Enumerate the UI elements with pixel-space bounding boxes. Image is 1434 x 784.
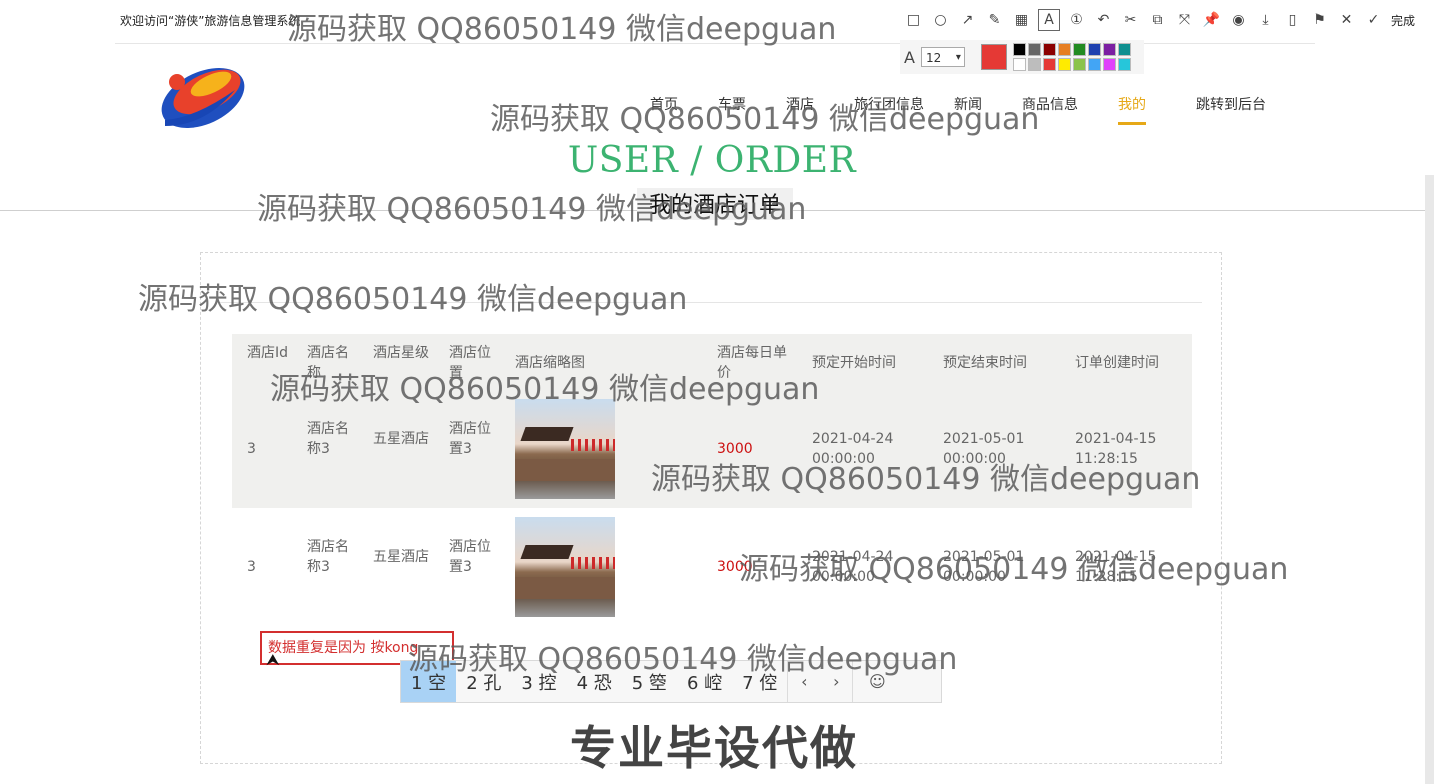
hotel-thumbnail[interactable] — [515, 517, 615, 617]
color-swatch[interactable] — [1012, 43, 1026, 56]
table-cell-location: 酒店位置3 — [449, 421, 491, 457]
mouse-cursor-icon: ⮝ — [266, 650, 280, 669]
color-swatch[interactable] — [1042, 58, 1056, 71]
nav-item[interactable]: 跳转到后台 — [1196, 94, 1266, 122]
rectangle-icon[interactable]: □ — [900, 4, 927, 36]
hotel-thumbnail[interactable] — [515, 399, 615, 499]
watermark: 源码获取 QQ86050149 微信deepguan — [270, 372, 820, 407]
long-screenshot-icon[interactable]: ▯ — [1279, 4, 1306, 36]
color-swatch[interactable] — [1072, 43, 1086, 56]
column-header: 订单创建时间 — [1075, 355, 1159, 371]
table-cell-star: 五星酒店 — [373, 549, 429, 565]
color-swatch[interactable] — [1102, 43, 1116, 56]
font-size-select[interactable]: 12 ▾ — [920, 47, 965, 67]
watermark-big: 专业毕设代做 — [570, 721, 858, 775]
watermark: 源码获取 QQ86050149 微信deepguan — [651, 462, 1201, 497]
page-title: USER / ORDER — [567, 140, 857, 181]
color-swatch[interactable] — [1057, 43, 1071, 56]
bookmark-icon[interactable]: ⚑ — [1306, 4, 1333, 36]
ocr-icon[interactable]: ⧉ — [1144, 4, 1171, 36]
font-icon: A — [904, 47, 915, 67]
color-swatch[interactable] — [1072, 58, 1086, 71]
color-swatch[interactable] — [1027, 43, 1041, 56]
table-cell-star: 五星酒店 — [373, 431, 429, 447]
column-header: 酒店Id — [247, 345, 289, 361]
color-swatch[interactable] — [1057, 58, 1071, 71]
color-swatch[interactable] — [1012, 58, 1026, 71]
text-icon[interactable]: A — [1038, 9, 1060, 31]
table-cell-name: 酒店名称3 — [307, 421, 349, 457]
undo-icon[interactable]: ↶ — [1090, 4, 1117, 36]
done-button[interactable]: 完成 — [1391, 12, 1415, 29]
table-cell-id: 3 — [247, 559, 256, 575]
current-color[interactable] — [980, 44, 1007, 70]
download-icon[interactable]: ⤓ — [1252, 4, 1279, 36]
screenshot-toolbar: □ ○ ↗ ✎ ▦ A ① ↶ ✂ ⧉ ⤧ 📌 ◉ ⤓ ▯ ⚑ ✕ ✓ 完成 — [900, 4, 1434, 36]
done-icon[interactable]: ✓ — [1360, 4, 1387, 36]
translate-icon[interactable]: ⤧ — [1171, 4, 1198, 36]
ellipse-icon[interactable]: ○ — [927, 4, 954, 36]
watermark: 源码获取 QQ86050149 微信deepguan — [138, 282, 688, 317]
color-palette — [1012, 43, 1131, 71]
scrollbar[interactable] — [1425, 175, 1434, 784]
mosaic-icon[interactable]: ▦ — [1008, 4, 1035, 36]
number-icon[interactable]: ① — [1063, 4, 1090, 36]
table-cell-id: 3 — [247, 441, 256, 457]
pin-icon[interactable]: 📌 — [1198, 4, 1225, 36]
watermark: 源码获取 QQ86050149 微信deepguan — [287, 12, 837, 47]
font-size-value: 12 — [925, 51, 942, 65]
column-header: 预定开始时间 — [812, 355, 896, 371]
table-cell-name: 酒店名称3 — [307, 539, 349, 575]
pen-icon[interactable]: ✎ — [981, 4, 1008, 36]
color-swatch[interactable] — [1117, 58, 1131, 71]
color-swatch[interactable] — [1102, 58, 1116, 71]
nav-item[interactable]: 我的 — [1118, 94, 1146, 125]
welcome-text: 欢迎访问“游侠”旅游信息管理系统 — [120, 14, 301, 28]
color-swatch[interactable] — [1042, 43, 1056, 56]
column-header: 酒店星级 — [373, 345, 429, 361]
close-icon[interactable]: ✕ — [1333, 4, 1360, 36]
column-header: 预定结束时间 — [943, 355, 1027, 371]
site-logo[interactable] — [155, 60, 250, 132]
watermark: 源码获取 QQ86050149 微信deepguan — [408, 642, 958, 677]
table-cell-location: 酒店位置3 — [449, 539, 491, 575]
watermark: 源码获取 QQ86050149 微信deepguan — [739, 552, 1289, 587]
record-icon[interactable]: ◉ — [1225, 4, 1252, 36]
watermark: 源码获取 QQ86050149 微信deepguan — [490, 102, 1040, 137]
cut-icon[interactable]: ✂ — [1117, 4, 1144, 36]
arrow-icon[interactable]: ↗ — [954, 4, 981, 36]
color-swatch[interactable] — [1117, 43, 1131, 56]
text-style-toolbar: A 12 ▾ — [900, 40, 1144, 74]
color-swatch[interactable] — [1027, 58, 1041, 71]
watermark: 源码获取 QQ86050149 微信deepguan — [257, 192, 807, 227]
color-swatch[interactable] — [1087, 43, 1101, 56]
color-swatch[interactable] — [1087, 58, 1101, 71]
chevron-down-icon: ▾ — [955, 52, 961, 63]
